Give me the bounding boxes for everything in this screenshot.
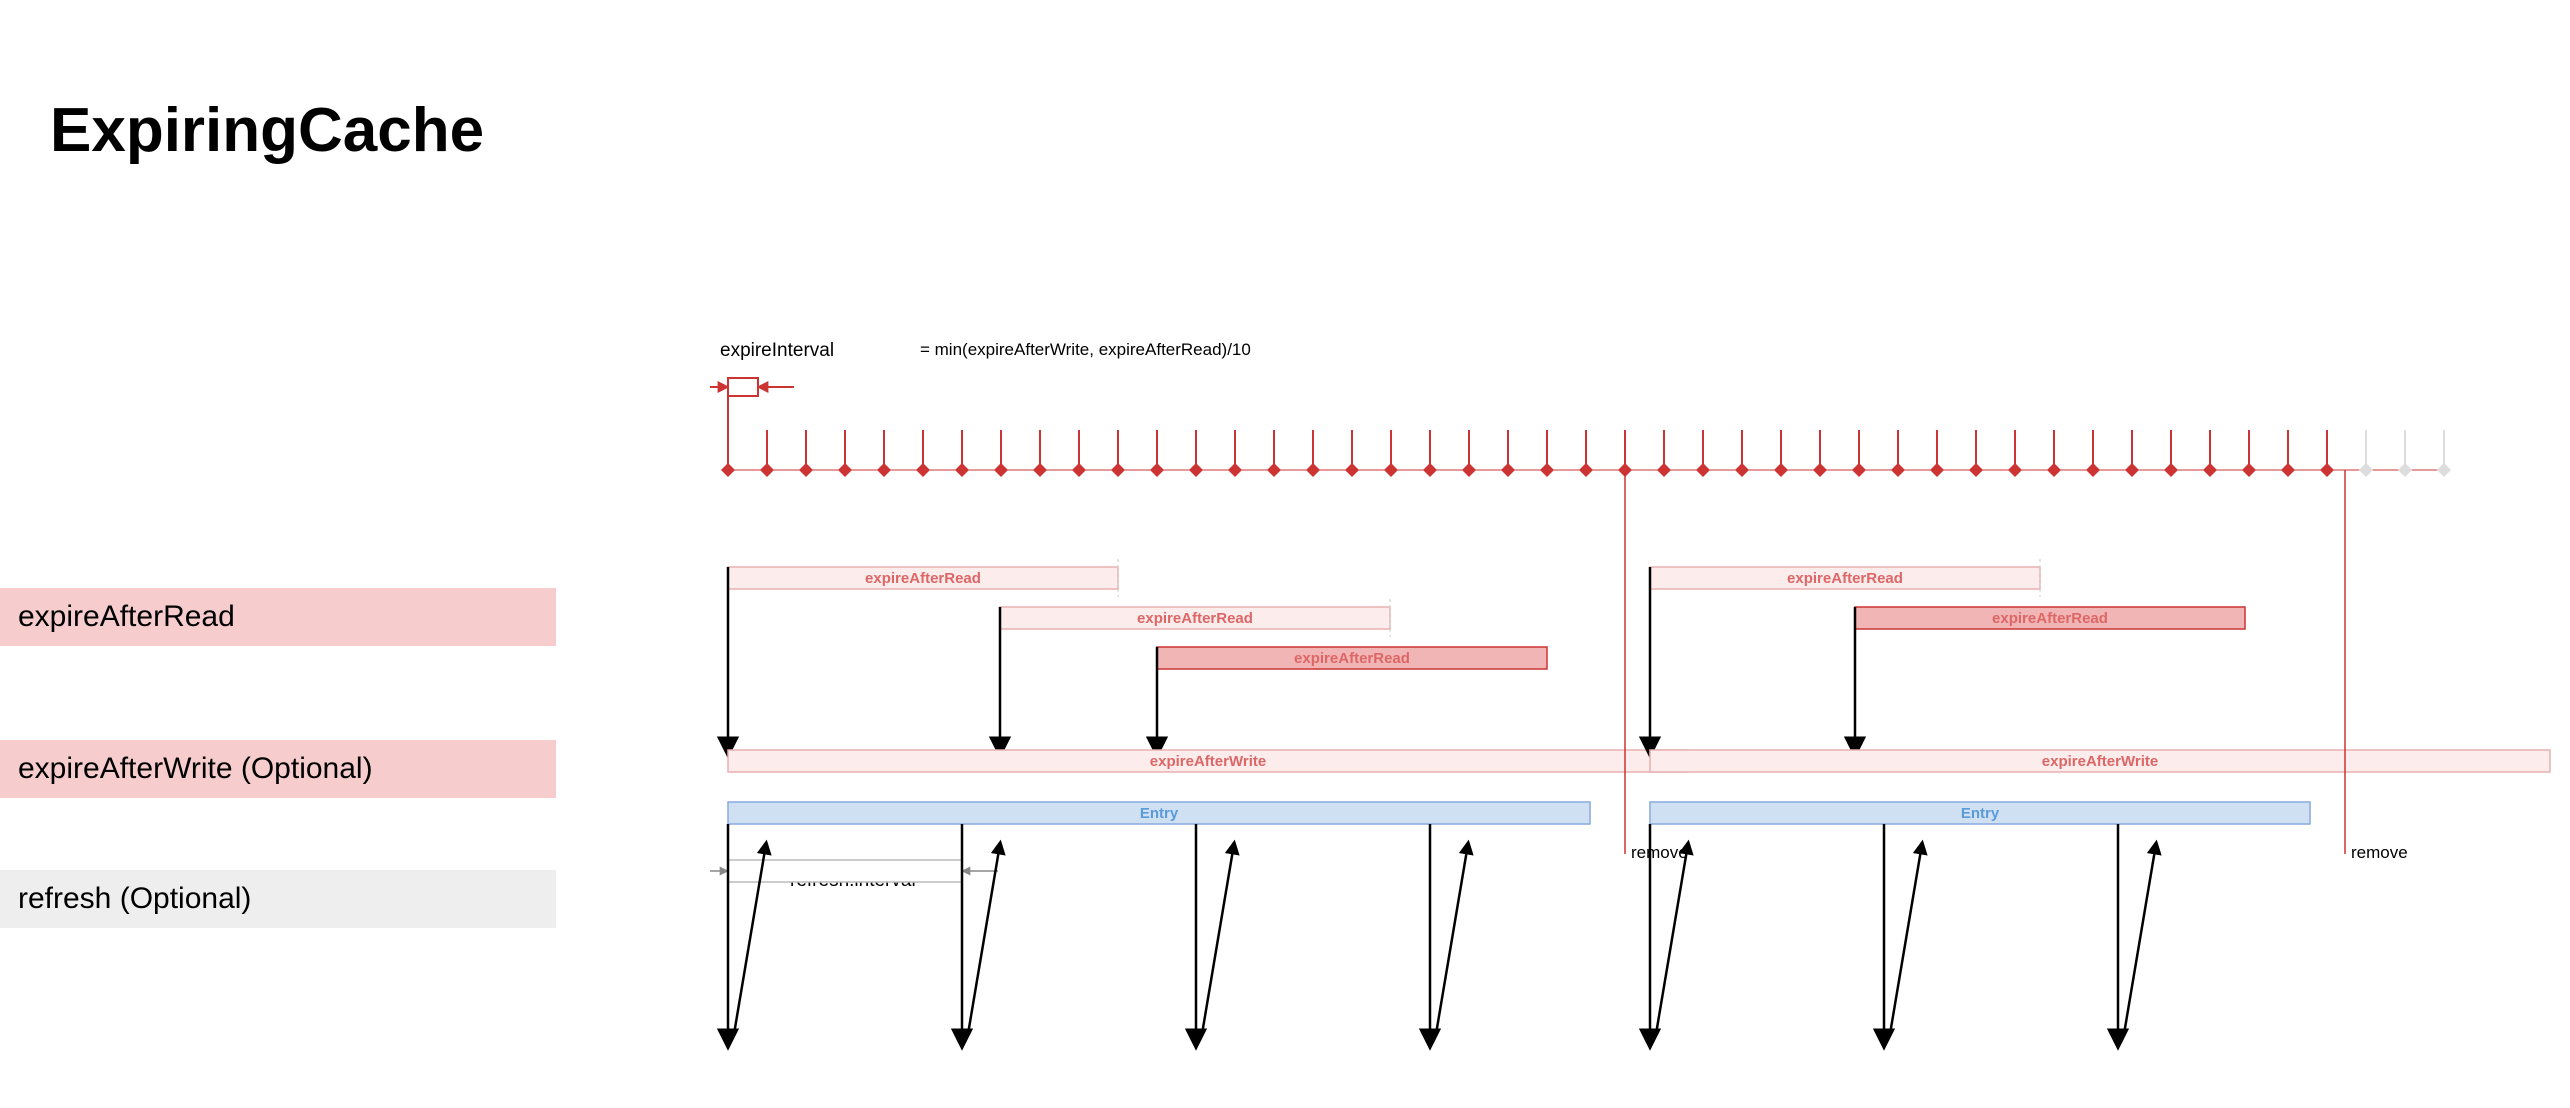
page-title: ExpiringCache [50,95,484,166]
remove-text: remove [1631,843,1688,862]
expire-after-read-text: expireAfterRead [1294,650,1410,667]
expire-after-write-text: expireAfterWrite [1150,753,1266,770]
refresh-up-arrow [2124,844,2156,1034]
expire-interval-box [728,378,758,396]
entry-text: Entry [1961,805,2000,822]
refresh-up-arrow [1436,844,1468,1034]
expire-after-read-text: expireAfterRead [1137,610,1253,627]
row-expire-after-write: expireAfterWrite (Optional) [0,740,556,798]
expire-after-read-text: expireAfterRead [1787,570,1903,587]
expire-after-read-text: expireAfterRead [1992,610,2108,627]
refresh-up-arrow [968,844,1000,1034]
remove-text: remove [2351,843,2408,862]
expire-after-read-text: expireAfterRead [865,570,981,587]
entry-text: Entry [1140,805,1179,822]
refresh-up-arrow [1202,844,1234,1034]
expire-after-write-text: expireAfterWrite [2042,753,2158,770]
timeline-diagram: expireAfterRead expireAfterRead expireAfte… [710,340,2570,1108]
row-refresh: refresh (Optional) [0,870,556,928]
row-expire-after-read: expireAfterRead [0,588,556,646]
refresh-up-arrow [1656,844,1688,1034]
refresh-up-arrow [1890,844,1922,1034]
